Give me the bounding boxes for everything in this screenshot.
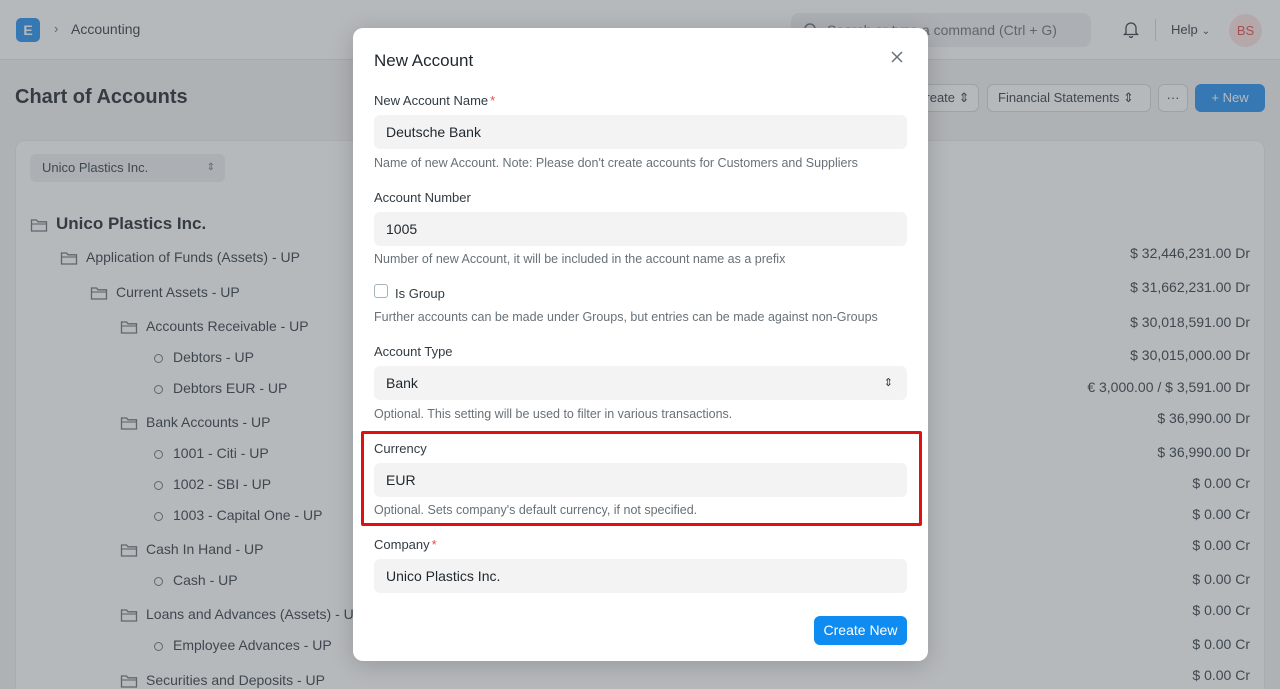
new-account-dialog: New Account New Account Name * Deutsche B… — [353, 28, 928, 661]
account-type-value: Bank — [386, 375, 418, 391]
is-group-checkbox[interactable] — [374, 284, 388, 298]
account-number-label: Account Number — [374, 190, 471, 205]
dialog-title: New Account — [374, 51, 474, 70]
company-input[interactable]: Unico Plastics Inc. — [374, 559, 907, 593]
select-chevron-icon: ⇕ — [883, 377, 893, 389]
account-name-label: New Account Name * — [374, 93, 496, 108]
close-icon[interactable] — [889, 49, 905, 65]
create-new-button[interactable]: Create New — [814, 616, 907, 645]
currency-label: Currency — [374, 441, 427, 456]
is-group-label[interactable]: Is Group — [395, 286, 445, 301]
account-number-input[interactable]: 1005 — [374, 212, 907, 246]
is-group-description: Further accounts can be made under Group… — [374, 310, 878, 324]
account-type-label: Account Type — [374, 344, 453, 359]
company-label: Company * — [374, 537, 437, 552]
account-type-description: Optional. This setting will be used to f… — [374, 407, 733, 421]
currency-description: Optional. Sets company's default currenc… — [374, 503, 698, 517]
account-name-description: Name of new Account. Note: Please don't … — [374, 156, 858, 170]
account-type-select[interactable]: Bank ⇕ — [374, 366, 907, 400]
account-number-description: Number of new Account, it will be includ… — [374, 252, 786, 266]
account-name-input[interactable]: Deutsche Bank — [374, 115, 907, 149]
currency-input[interactable]: EUR — [374, 463, 907, 497]
